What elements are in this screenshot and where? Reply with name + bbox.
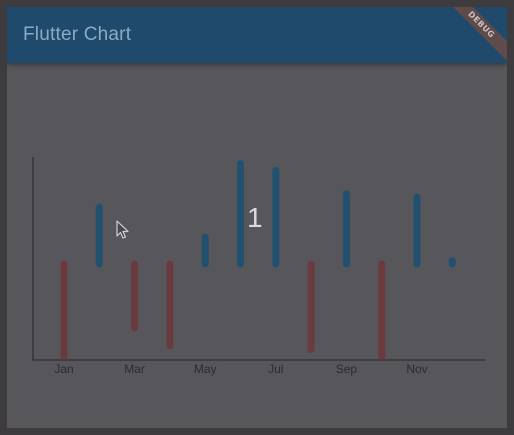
x-tick-label: Jan <box>54 362 73 376</box>
mouse-pointer-icon <box>116 220 129 239</box>
x-tick-label: Nov <box>406 362 427 376</box>
app-frame: Jan Mar May Jul Sep Nov 1 Flutter Chart DEBUG <box>7 7 507 428</box>
app-title: Flutter Chart <box>23 24 132 45</box>
x-tick-label: Sep <box>336 362 358 376</box>
app-bar: Flutter Chart <box>7 7 507 63</box>
x-tick-label: Mar <box>124 362 145 376</box>
x-tick-label: May <box>194 362 217 376</box>
x-tick-label: Jul <box>268 362 283 376</box>
selected-value-label: 1 <box>247 202 263 233</box>
window: Jan Mar May Jul Sep Nov 1 Flutter Chart DEBUG <box>0 0 514 435</box>
